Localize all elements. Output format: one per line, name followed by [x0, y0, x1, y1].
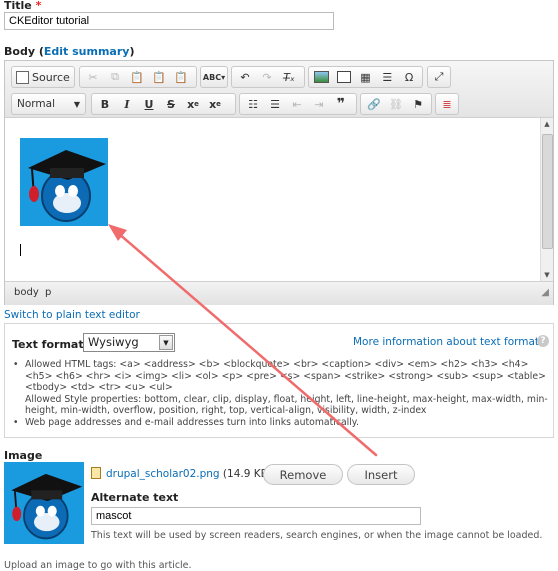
blockquote-icon[interactable]: ❞: [330, 95, 352, 113]
list-group: ☷ ☰ ⇤ ⇥ ❞: [239, 93, 357, 115]
copy-icon[interactable]: ⧉: [104, 68, 126, 86]
text-cursor: [20, 244, 21, 256]
resize-handle-icon[interactable]: ◢: [541, 287, 549, 298]
text-format-box: Text format Wysiwyg ▼ More information a…: [4, 323, 554, 438]
underline-icon[interactable]: U: [138, 95, 160, 113]
alt-text-label: Alternate text: [91, 491, 179, 504]
image2-icon[interactable]: [333, 68, 355, 86]
spellcheck-button[interactable]: ABC▾: [200, 66, 228, 88]
page-break-icon: ≣: [442, 97, 452, 111]
element-path-p[interactable]: p: [45, 287, 51, 298]
numbered-list-icon[interactable]: ☷: [242, 95, 264, 113]
edit-summary-link[interactable]: Edit summary: [44, 45, 130, 58]
title-label: Title *: [4, 0, 42, 12]
alt-text-input[interactable]: [91, 507, 421, 525]
bold-icon[interactable]: B: [94, 95, 116, 113]
remove-button[interactable]: Remove: [263, 464, 343, 485]
cut-icon[interactable]: ✂: [82, 68, 104, 86]
maximize-icon: ⤢: [434, 70, 444, 83]
paste-text-icon[interactable]: 📋: [148, 68, 170, 86]
insert-group: ▦ ☰ Ω: [308, 66, 423, 88]
indent-icon[interactable]: ⇥: [308, 95, 330, 113]
editor-toolbar: Source ✂ ⧉ 📋 📋 📋 ABC▾ ↶ ↷ T̶ₓ ▦ ☰ Ω ⤢ No…: [5, 61, 553, 118]
italic-icon[interactable]: I: [116, 95, 138, 113]
spellcheck-icon: ABC▾: [202, 72, 226, 82]
paste-icon[interactable]: 📋: [126, 68, 148, 86]
mascot-thumbnail-illustration: [11, 473, 83, 540]
link-icon[interactable]: 🔗: [363, 95, 385, 113]
insert-button[interactable]: Insert: [347, 464, 415, 485]
anchor-flag-icon[interactable]: ⚑: [407, 95, 429, 113]
redo-icon[interactable]: ↷: [256, 68, 278, 86]
special-char-icon[interactable]: Ω: [398, 68, 420, 86]
subscript-icon[interactable]: xe: [182, 95, 204, 113]
format-select[interactable]: Normal ▼: [11, 93, 86, 115]
page-break-button[interactable]: ≣: [435, 93, 459, 115]
unlink-icon[interactable]: ⛓: [385, 95, 407, 113]
scroll-down-icon[interactable]: ▼: [541, 269, 553, 281]
remove-format-icon[interactable]: T̶ₓ: [278, 68, 300, 86]
horizontal-line-icon[interactable]: ☰: [376, 68, 398, 86]
help-icon[interactable]: ?: [537, 335, 549, 347]
title-input[interactable]: [4, 12, 334, 30]
more-info-formats-link[interactable]: More information about text formats: [353, 336, 545, 348]
bulleted-list-icon[interactable]: ☰: [264, 95, 286, 113]
uploaded-file-info: drupal_scholar02.png (14.9 KB): [106, 468, 272, 480]
image-icon[interactable]: [311, 68, 333, 86]
text-format-tips: • Allowed HTML tags: <a> <address> <b> <…: [13, 359, 548, 428]
image-file-icon: [91, 467, 101, 479]
text-format-label: Text format: [12, 338, 84, 351]
mascot-illustration: [28, 150, 106, 222]
mascot-image[interactable]: [20, 138, 108, 226]
text-format-select[interactable]: Wysiwyg ▼: [83, 333, 175, 352]
maximize-button[interactable]: ⤢: [427, 66, 451, 88]
outdent-icon[interactable]: ⇤: [286, 95, 308, 113]
link-group: 🔗 ⛓ ⚑: [360, 93, 432, 115]
chevron-down-icon: ▼: [73, 99, 80, 109]
element-path-body[interactable]: body: [14, 287, 39, 298]
body-label: Body (Edit summary): [4, 45, 135, 58]
scroll-up-icon[interactable]: ▲: [541, 118, 553, 130]
paste-word-icon[interactable]: 📋: [170, 68, 192, 86]
source-button[interactable]: Source: [11, 66, 75, 88]
editor-content-area[interactable]: [5, 118, 541, 281]
clipboard-group: ✂ ⧉ 📋 📋 📋: [79, 66, 197, 88]
upload-description: Upload an image to go with this article.: [4, 560, 192, 571]
source-icon: [16, 70, 29, 84]
basic-styles-group: B I U S xe xe: [91, 93, 236, 115]
chevron-down-icon: ▼: [159, 335, 173, 350]
alt-text-description: This text will be used by screen readers…: [91, 530, 543, 541]
rich-text-editor: Source ✂ ⧉ 📋 📋 📋 ABC▾ ↶ ↷ T̶ₓ ▦ ☰ Ω ⤢ No…: [4, 60, 554, 305]
image-thumbnail: [4, 462, 84, 544]
image-label: Image: [4, 449, 43, 462]
tip-allowed-html: • Allowed HTML tags: <a> <address> <b> <…: [13, 359, 548, 416]
table-icon[interactable]: ▦: [355, 68, 377, 86]
undo-group: ↶ ↷ T̶ₓ: [231, 66, 305, 88]
switch-plain-text-link[interactable]: Switch to plain text editor: [4, 309, 140, 321]
editor-statusbar: body p ◢: [5, 281, 553, 305]
tip-links: • Web page addresses and e-mail addresse…: [13, 416, 359, 428]
strikethrough-icon[interactable]: S: [160, 95, 182, 113]
undo-icon[interactable]: ↶: [234, 68, 256, 86]
superscript-icon[interactable]: xe: [204, 95, 226, 113]
editor-vertical-scrollbar[interactable]: ▲ ▼: [540, 118, 553, 281]
file-name-link[interactable]: drupal_scholar02.png: [106, 468, 220, 480]
scroll-thumb[interactable]: [542, 134, 553, 249]
